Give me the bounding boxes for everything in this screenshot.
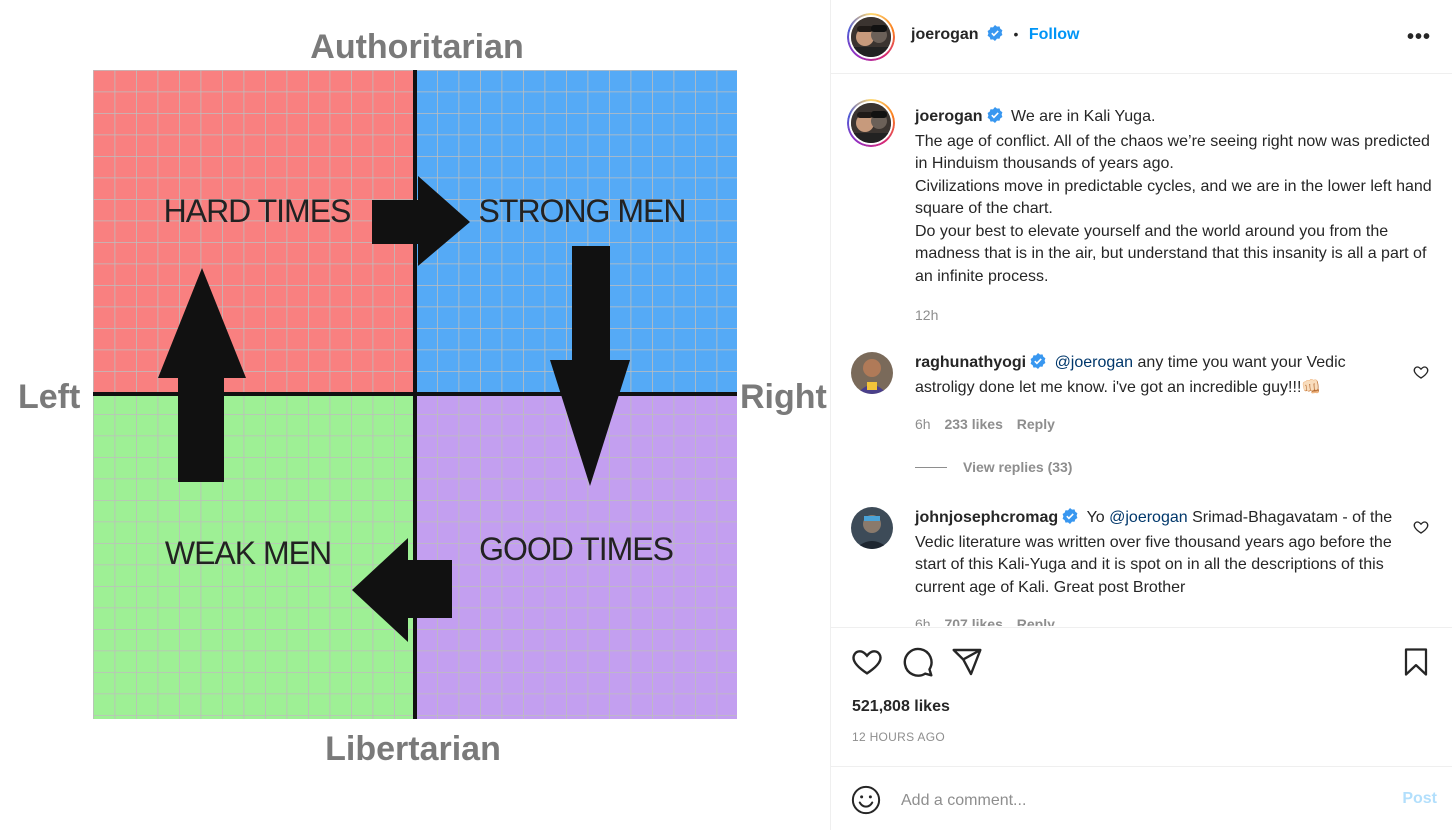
comment-username[interactable]: raghunathyogi — [915, 354, 1026, 371]
caption-time: 12h — [915, 307, 939, 323]
caption: joerogan We are in Kali Yuga. The age of… — [915, 106, 1445, 327]
comment-input[interactable] — [901, 787, 1371, 815]
comment-prefix: Yo — [1086, 509, 1110, 526]
caption-line-2: The age of conflict. All of the chaos we… — [915, 132, 1430, 173]
comment-mention[interactable]: @joerogan — [1055, 354, 1134, 371]
reply-button[interactable]: Reply — [1017, 416, 1055, 432]
label-libertarian: Libertarian — [325, 730, 501, 768]
comment-avatar[interactable] — [851, 352, 893, 394]
text-weak-men: WEAK MEN — [165, 535, 331, 571]
post-image[interactable]: Authoritarian Libertarian Left Right HAR… — [0, 0, 830, 830]
caption-line-4: Do your best to elevate yourself and the… — [915, 222, 1427, 285]
comment-avatar[interactable] — [851, 507, 893, 549]
text-hard-times: HARD TIMES — [164, 193, 351, 229]
comment-meta: 6h 707 likes Reply — [915, 613, 1405, 626]
verified-icon — [1030, 353, 1046, 377]
comment-time[interactable]: 6h — [915, 616, 931, 626]
political-compass-image: Authoritarian Libertarian Left Right HAR… — [18, 28, 827, 768]
verified-icon — [987, 107, 1003, 131]
verified-icon — [1062, 508, 1078, 532]
post-panel: joerogan • Follow ••• joerogan We are in… — [830, 0, 1452, 830]
header-username[interactable]: joerogan — [911, 26, 979, 43]
label-left: Left — [18, 378, 80, 416]
comments-section[interactable]: joerogan We are in Kali Yuga. The age of… — [831, 75, 1452, 626]
more-icon[interactable]: ••• — [1407, 26, 1431, 49]
emoji-icon[interactable] — [851, 785, 881, 820]
comment-username[interactable]: johnjosephcromag — [915, 509, 1058, 526]
like-comment-icon[interactable] — [1413, 364, 1429, 385]
view-replies[interactable]: View replies (33) — [915, 456, 1405, 479]
verified-icon — [987, 25, 1003, 46]
share-icon[interactable] — [951, 646, 983, 683]
post-time[interactable]: 12 HOURS AGO — [852, 730, 945, 744]
caption-line-3: Civilizations move in predictable cycles… — [915, 177, 1432, 218]
post-header: joerogan • Follow ••• — [831, 0, 1452, 74]
post-button[interactable]: Post — [1402, 790, 1437, 808]
likes-count[interactable]: 521,808 likes — [852, 698, 950, 716]
comment-meta: 6h 233 likes Reply — [915, 413, 1405, 436]
comment-likes[interactable]: 707 likes — [944, 616, 1002, 626]
separator-dot: • — [1013, 26, 1019, 42]
header-user: joerogan • Follow — [911, 25, 1079, 46]
comment-likes[interactable]: 233 likes — [944, 416, 1002, 432]
label-authoritarian: Authoritarian — [310, 28, 523, 66]
text-good-times: GOOD TIMES — [479, 531, 673, 567]
follow-button[interactable]: Follow — [1029, 26, 1080, 43]
replies-line — [915, 466, 947, 468]
avatar[interactable] — [847, 13, 895, 61]
reply-button[interactable]: Reply — [1017, 616, 1055, 626]
save-icon[interactable] — [1401, 646, 1431, 683]
heart-icon[interactable] — [851, 646, 883, 683]
comment-icon[interactable] — [902, 646, 934, 683]
caption-avatar[interactable] — [847, 99, 895, 147]
view-replies-label[interactable]: View replies (33) — [963, 459, 1072, 475]
like-comment-icon[interactable] — [1413, 519, 1429, 540]
caption-line-1: We are in Kali Yuga. — [1011, 108, 1156, 125]
comment-mention[interactable]: @joerogan — [1109, 509, 1188, 526]
caption-username[interactable]: joerogan — [915, 108, 983, 125]
comment-time[interactable]: 6h — [915, 416, 931, 432]
text-strong-men: STRONG MEN — [479, 193, 686, 229]
add-comment-bar: Post — [831, 766, 1452, 830]
label-right: Right — [740, 378, 827, 416]
action-bar: 521,808 likes 12 HOURS AGO — [831, 627, 1452, 767]
